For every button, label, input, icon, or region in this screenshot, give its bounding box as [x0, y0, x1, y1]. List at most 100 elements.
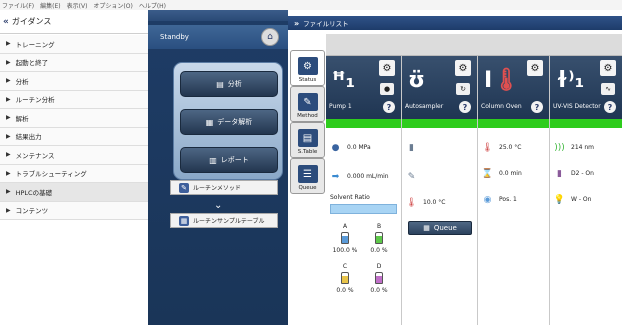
- guidance-title: ガイダンス: [11, 17, 52, 26]
- bottle-letter: B: [376, 223, 382, 230]
- gear-icon[interactable]: ⚙: [527, 60, 543, 76]
- detector-header: ɫ⁾₁ ⚙ ∿ UV-VIS Detector ?: [550, 56, 622, 119]
- collapse-chevron-icon[interactable]: «: [3, 17, 9, 27]
- menu-edit[interactable]: 編集(E): [40, 1, 60, 10]
- guidance-item-analysis[interactable]: ▶ 分析: [0, 72, 148, 91]
- expand-chevron-icon[interactable]: »: [294, 19, 299, 28]
- gear-icon[interactable]: ⚙: [600, 60, 616, 76]
- help-icon[interactable]: ?: [459, 101, 471, 113]
- tab-method[interactable]: ✎ Method: [290, 86, 325, 122]
- column-oven-module: Ⅰ🌡 ⚙ Column Oven ? 🌡 25.0 °C ⌛ 0.0 min ◉…: [478, 56, 550, 325]
- bottle-icon: [341, 232, 349, 244]
- menu-view[interactable]: 表示(V): [67, 1, 88, 10]
- pressure-gauge-icon: ●: [331, 142, 340, 153]
- report-button[interactable]: ▥ レポート: [180, 147, 278, 173]
- detector-module: ɫ⁾₁ ⚙ ∿ UV-VIS Detector ? ))) 214 nm ▮ D…: [550, 56, 622, 325]
- panel-top-strip: [148, 10, 288, 21]
- guidance-item-label: トレーニング: [15, 40, 55, 49]
- analysis-button-label: 分析: [227, 80, 242, 88]
- toggle-icon[interactable]: ●: [380, 83, 394, 95]
- detector-w-value: W - On: [571, 196, 592, 203]
- expand-triangle-icon: ▶: [6, 58, 11, 66]
- routine-sample-table-label: ルーチンサンプルテーブル: [193, 218, 265, 225]
- guidance-item-label: トラブルシューティング: [15, 170, 87, 179]
- guidance-item-label: HPLCの基礎: [15, 188, 53, 197]
- file-list-bar[interactable]: » ファイルリスト: [288, 16, 622, 30]
- expand-triangle-icon: ▶: [6, 95, 11, 103]
- menu-file[interactable]: ファイル(F): [2, 1, 34, 10]
- pump-pressure-row: ● 0.0 MPa: [330, 142, 371, 153]
- guidance-item-training[interactable]: ▶ トレーニング: [0, 35, 148, 54]
- detector-icon: ɫ⁾₁: [556, 68, 585, 93]
- detector-status-indicator: [550, 119, 622, 128]
- data-analysis-button[interactable]: ▦ データ解析: [180, 109, 278, 135]
- flow-arrow-icon: ➡: [331, 171, 340, 182]
- expand-triangle-icon: ▶: [6, 132, 11, 140]
- detector-wavelength-value: 214 nm: [571, 144, 595, 151]
- expand-triangle-icon: ▶: [6, 188, 11, 196]
- guidance-item-label: 結果出力: [15, 133, 42, 142]
- bottle-icon: [375, 232, 383, 244]
- autosampler-temperature-value: 10.0 °C: [423, 199, 446, 206]
- tab-queue[interactable]: ☰ Queue: [290, 158, 325, 194]
- pump-module: ꟸ₁ ⚙ ● Pump 1 ? ● 0.0 MPa ➡ 0.000 mL/min…: [326, 56, 402, 325]
- bottle-value: 0.0 %: [336, 287, 354, 294]
- routine-method-button[interactable]: ✎ ルーチンメソッド: [170, 180, 278, 195]
- guidance-item-output[interactable]: ▶ 結果出力: [0, 127, 148, 146]
- module-toolbar-area: [326, 34, 622, 56]
- guidance-header[interactable]: « ガイダンス: [0, 10, 148, 34]
- column-oven-icon: Ⅰ🌡: [484, 68, 521, 93]
- help-icon[interactable]: ?: [383, 101, 395, 113]
- analysis-button[interactable]: ▤ 分析: [180, 71, 278, 97]
- help-icon[interactable]: ?: [604, 101, 616, 113]
- routine-method-label: ルーチンメソッド: [193, 185, 241, 192]
- oven-temperature-value: 25.0 °C: [499, 144, 522, 151]
- routine-sample-table-button[interactable]: ▦ ルーチンサンプルテーブル: [170, 213, 278, 228]
- main-action-panel: ▤ 分析 ▦ データ解析 ▥ レポート: [173, 62, 283, 180]
- oven-position-value: Pos. 1: [499, 196, 517, 203]
- queue-button-label: Queue: [433, 224, 457, 232]
- file-list-header: » ファイルリスト: [288, 10, 622, 34]
- expand-triangle-icon: ▶: [6, 151, 11, 159]
- gear-icon[interactable]: ⚙: [455, 60, 471, 76]
- guidance-item-label: 分析: [15, 77, 29, 86]
- queue-list-icon: ☰: [297, 165, 318, 183]
- pump-pressure-value: 0.0 MPa: [347, 144, 371, 151]
- guidance-item-routine[interactable]: ▶ ルーチン分析: [0, 90, 148, 109]
- expand-triangle-icon: ▶: [6, 206, 11, 214]
- bottle-letter: C: [342, 263, 348, 270]
- spectrum-icon[interactable]: ∿: [601, 83, 615, 95]
- w-lamp-icon: 💡: [553, 194, 566, 205]
- bottle-value: 100.0 %: [332, 247, 358, 254]
- network-icon[interactable]: ⌂: [261, 28, 279, 46]
- solvent-bottle-d: D 0.0 %: [364, 263, 394, 294]
- queue-button[interactable]: ▦ Queue: [408, 221, 472, 235]
- bottle-value: 0.0 %: [370, 287, 388, 294]
- autosampler-header: ʊ̈ ⚙ ↻ Autosampler ?: [402, 56, 477, 119]
- tab-status[interactable]: ⚙ Status: [290, 50, 325, 86]
- status-gears-icon: ⚙: [297, 57, 318, 75]
- autosampler-module: ʊ̈ ⚙ ↻ Autosampler ? ▮ ✎ 🌡 10.0 °C ▦ Que…: [402, 56, 478, 325]
- detector-d2-value: D2 - On: [571, 170, 594, 177]
- menu-options[interactable]: オプション(O): [93, 1, 132, 10]
- help-icon[interactable]: ?: [531, 101, 543, 113]
- guidance-item-maintenance[interactable]: ▶ メンテナンス: [0, 146, 148, 165]
- menu-help[interactable]: ヘルプ(H): [139, 1, 166, 10]
- gear-icon[interactable]: ⚙: [379, 60, 395, 76]
- guidance-item-label: メンテナンス: [15, 151, 55, 160]
- guidance-item-label: ルーチン分析: [15, 96, 55, 105]
- guidance-item-contents[interactable]: ▶ コンテンツ: [0, 201, 148, 220]
- expand-triangle-icon: ▶: [6, 40, 11, 48]
- thermometer-icon: 🌡: [405, 197, 418, 208]
- guidance-item-data-analysis[interactable]: ▶ 解析: [0, 109, 148, 128]
- guidance-item-hplc-basics[interactable]: ▶ HPLCの基礎: [0, 183, 148, 202]
- pump-flow-row: ➡ 0.000 mL/min: [330, 171, 389, 182]
- method-pen-icon: ✎: [297, 93, 318, 111]
- tab-sample-table[interactable]: ▤ S.Table: [290, 122, 325, 158]
- guidance-item-startup[interactable]: ▶ 起動と終了: [0, 53, 148, 72]
- expand-triangle-icon: ▶: [6, 169, 11, 177]
- pump-header: ꟸ₁ ⚙ ● Pump 1 ?: [326, 56, 401, 119]
- module-status-area: ꟸ₁ ⚙ ● Pump 1 ? ● 0.0 MPa ➡ 0.000 mL/min…: [326, 56, 622, 325]
- tray-icon[interactable]: ↻: [456, 83, 470, 95]
- guidance-item-troubleshooting[interactable]: ▶ トラブルシューティング: [0, 164, 148, 183]
